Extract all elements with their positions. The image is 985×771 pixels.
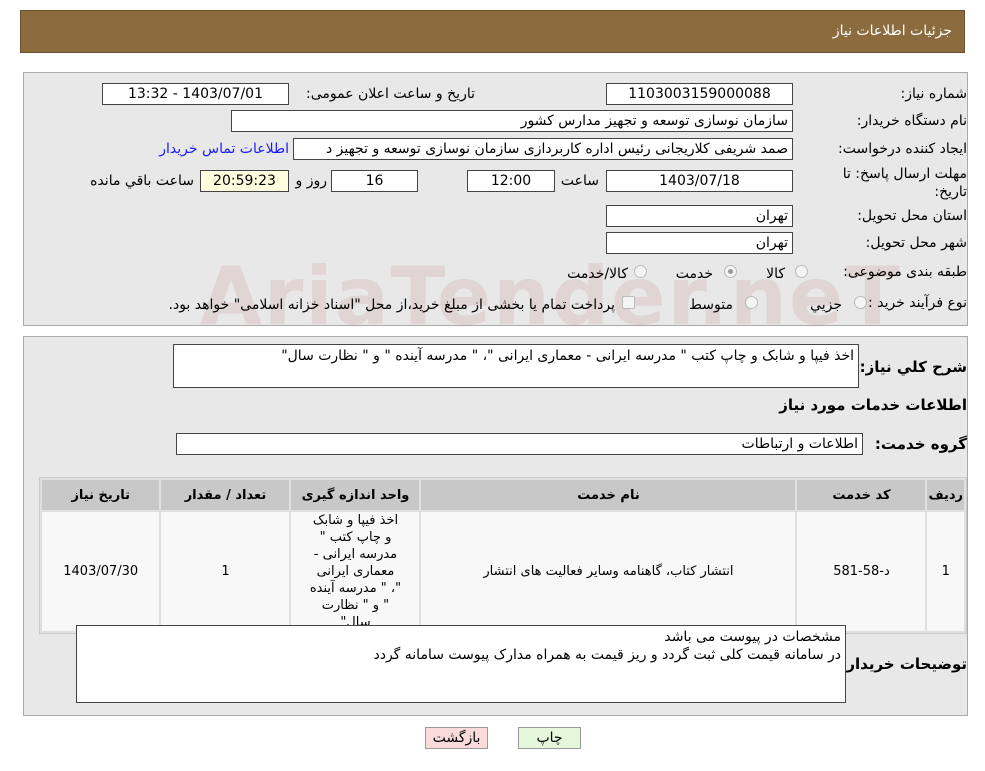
radio-goods-service-label: کالا/خدمت xyxy=(567,266,628,282)
deadline-label: مهلت ارسال پاسخ: تا تاریخ: xyxy=(842,166,967,200)
announce-field[interactable]: 1403/07/01 - 13:32 xyxy=(102,83,289,105)
buyer-label: نام دستگاه خریدار: xyxy=(856,113,967,129)
notes-line-1: مشخصات در پیوست می باشد xyxy=(664,629,841,645)
days-label: روز و xyxy=(295,173,328,189)
need-number-field[interactable]: 1103003159000088 xyxy=(606,83,793,105)
province-label: استان محل تحویل: xyxy=(857,208,967,224)
buyer-field[interactable]: سازمان نوسازی توسعه و تجهیز مدارس کشور xyxy=(231,110,793,132)
back-button[interactable]: بازگشت xyxy=(425,727,488,749)
need-number-label: شماره نیاز: xyxy=(900,86,968,102)
process-label: نوع فرآیند خرید : xyxy=(868,295,967,311)
cell-row: 1 xyxy=(927,512,964,631)
city-label: شهر محل تحویل: xyxy=(865,235,967,251)
print-button[interactable]: چاپ xyxy=(518,727,581,749)
radio-goods-label: کالا xyxy=(766,266,785,282)
cell-code: د-58-581 xyxy=(797,512,926,631)
notes-textarea[interactable]: مشخصات در پیوست می باشد در سامانه قیمت ک… xyxy=(76,625,846,703)
time-label: ساعت xyxy=(560,173,599,189)
contact-buyer-link[interactable]: اطلاعات تماس خریدار xyxy=(159,141,289,157)
radio-partial-label: جزیي xyxy=(810,297,842,313)
remaining-time-field: 20:59:23 xyxy=(200,170,289,192)
radio-service-label: خدمت xyxy=(675,266,713,282)
cell-name: انتشار کتاب، گاهنامه وسایر فعالیت های ان… xyxy=(421,512,796,631)
days-field[interactable]: 16 xyxy=(331,170,418,192)
deadline-date-field[interactable]: 1403/07/18 xyxy=(606,170,793,192)
radio-service[interactable] xyxy=(724,265,737,278)
cell-date: 1403/07/30 xyxy=(42,512,160,631)
creator-field[interactable]: صمد شریفی کلاریجانی رئیس اداره کاربردازی… xyxy=(293,138,793,160)
cell-unit: اخذ فیپا و شابک و چاپ کتب " مدرسه ایرانی… xyxy=(291,512,420,631)
radio-partial[interactable] xyxy=(854,296,867,309)
announce-label: تاریخ و ساعت اعلان عمومی: xyxy=(306,86,475,102)
col-unit: واحد اندازه گیری xyxy=(291,480,420,510)
summary-textarea[interactable]: اخذ فیپا و شابک و چاپ کتب " مدرسه ایرانی… xyxy=(173,344,859,388)
services-title: اطلاعات خدمات مورد نیاز xyxy=(779,396,967,414)
services-table: ردیف کد خدمت نام خدمت واحد اندازه گیری ت… xyxy=(39,477,967,634)
deadline-time-field[interactable]: 12:00 xyxy=(467,170,555,192)
col-row: ردیف xyxy=(927,480,964,510)
notes-line-2: در سامانه قیمت کلی ثبت گردد و ریز قیمت ب… xyxy=(373,647,841,663)
city-field[interactable]: تهران xyxy=(606,232,793,254)
group-label: گروه خدمت: xyxy=(874,435,967,453)
col-qty: تعداد / مقدار xyxy=(161,480,290,510)
page-title: جزئیات اطلاعات نیاز xyxy=(832,23,952,39)
treasury-checkbox[interactable] xyxy=(622,296,635,309)
col-code: کد خدمت xyxy=(797,480,926,510)
col-name: نام خدمت xyxy=(421,480,796,510)
table-header-row: ردیف کد خدمت نام خدمت واحد اندازه گیری ت… xyxy=(42,480,964,510)
summary-label: شرح کلي نیاز: xyxy=(859,358,967,376)
remaining-label: ساعت باقي مانده xyxy=(90,173,194,189)
radio-goods[interactable] xyxy=(795,265,808,278)
province-field[interactable]: تهران xyxy=(606,205,793,227)
radio-medium-label: متوسط xyxy=(689,297,733,313)
notes-label: توضیحات خریدار: xyxy=(840,655,967,673)
process-note: پرداخت تمام یا بخشی از مبلغ خرید،از محل … xyxy=(168,297,615,313)
group-field[interactable]: اطلاعات و ارتباطات xyxy=(176,433,863,455)
creator-label: ایجاد کننده درخواست: xyxy=(838,141,967,157)
radio-medium[interactable] xyxy=(745,296,758,309)
col-date: تاریخ نیاز xyxy=(42,480,160,510)
page-header: جزئیات اطلاعات نیاز xyxy=(20,10,965,53)
cell-qty: 1 xyxy=(161,512,290,631)
table-row: 1 د-58-581 انتشار کتاب، گاهنامه وسایر فع… xyxy=(42,512,964,631)
category-label: طبقه بندی موضوعی: xyxy=(843,264,967,280)
radio-goods-service[interactable] xyxy=(634,265,647,278)
